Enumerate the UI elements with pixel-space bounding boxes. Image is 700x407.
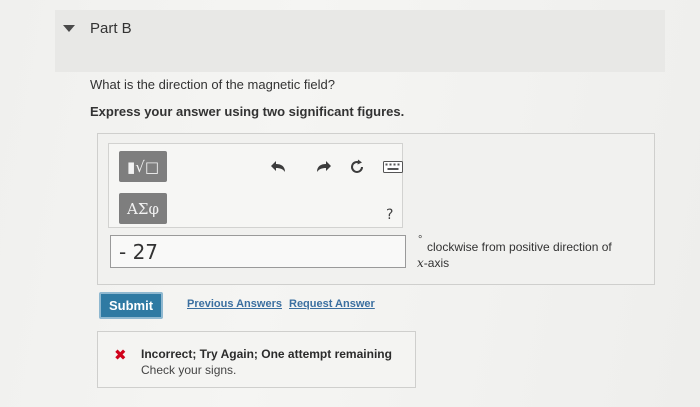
unit-degree-symbol: ° xyxy=(418,234,423,246)
keyboard-icon[interactable] xyxy=(383,157,403,177)
unit-label-line1: clockwise from positive direction of xyxy=(427,240,612,254)
answer-input[interactable]: - 27 xyxy=(110,235,406,268)
templates-button[interactable]: ▮√□ xyxy=(119,151,167,182)
caret-down-icon[interactable] xyxy=(63,25,75,32)
previous-answers-link[interactable]: Previous Answers xyxy=(187,298,282,310)
request-answer-link[interactable]: Request Answer xyxy=(289,298,375,310)
part-title: Part B xyxy=(90,20,132,37)
reset-icon[interactable] xyxy=(349,157,365,177)
answer-value: - 27 xyxy=(119,240,159,264)
unit-variable: x xyxy=(417,256,424,270)
question-instruction: Express your answer using two significan… xyxy=(90,104,405,119)
greek-symbols-button[interactable]: ΑΣφ xyxy=(119,193,167,224)
unit-label-line2: x-axis xyxy=(417,256,449,270)
feedback-title: Incorrect; Try Again; One attempt remain… xyxy=(141,347,392,361)
answer-editor: ▮√□ ΑΣφ ? - 27 xyxy=(97,133,655,285)
redo-icon[interactable] xyxy=(315,157,331,177)
feedback-detail: Check your signs. xyxy=(141,363,237,377)
x-icon: ✖ xyxy=(114,346,127,364)
help-button[interactable]: ? xyxy=(386,207,393,223)
feedback-box: ✖ Incorrect; Try Again; One attempt rema… xyxy=(97,331,416,388)
question-prompt: What is the direction of the magnetic fi… xyxy=(90,77,335,92)
part-header[interactable]: Part B xyxy=(55,10,665,72)
undo-icon[interactable] xyxy=(271,157,287,177)
unit-suffix: -axis xyxy=(423,256,450,270)
math-toolbar: ▮√□ ΑΣφ ? xyxy=(108,143,403,228)
submit-button[interactable]: Submit xyxy=(99,292,163,319)
